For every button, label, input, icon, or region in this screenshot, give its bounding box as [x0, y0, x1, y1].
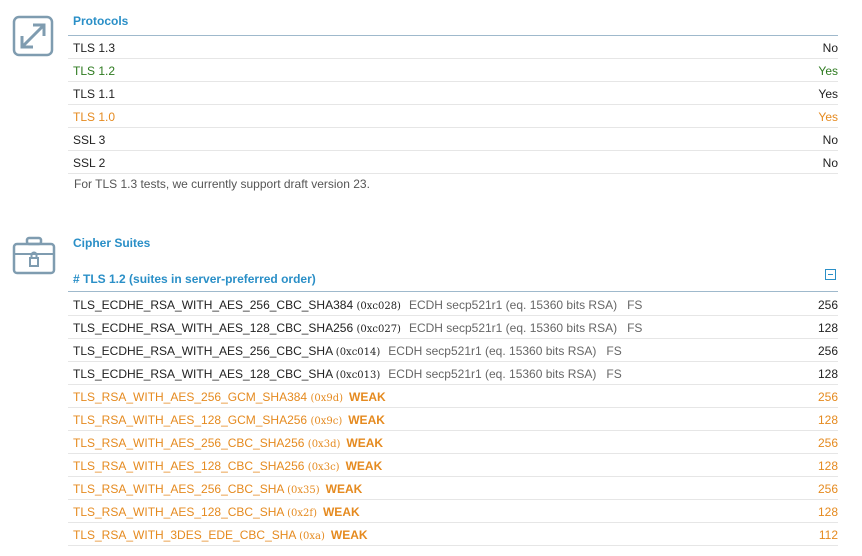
cipher-name: TLS_RSA_WITH_AES_256_CBC_SHA256: [73, 436, 305, 450]
cipher-code: (0x3c): [307, 462, 340, 473]
cipher-bits: 128: [817, 367, 838, 381]
cipher-code: (0x2f): [287, 508, 317, 519]
cipher-code: (0xc013): [335, 370, 381, 381]
suite-group-title: # TLS 1.2 (suites in server-preferred or…: [73, 272, 316, 286]
cipher-bits: 128: [817, 505, 838, 519]
cipher-bits: 256: [817, 390, 838, 404]
protocol-row: SSL 2 No: [68, 151, 838, 174]
collapse-icon[interactable]: [825, 269, 836, 280]
protocol-row: TLS 1.2 Yes: [68, 59, 838, 82]
protocol-value: Yes: [818, 87, 838, 101]
protocol-row: SSL 3 No: [68, 128, 838, 151]
cipher-row: TLS_RSA_WITH_AES_256_CBC_SHA (0x35) WEAK …: [68, 477, 838, 500]
weak-badge: WEAK: [346, 436, 384, 450]
cipher-kx: ECDH secp521r1 (eq. 15360 bits RSA) FS: [408, 298, 643, 312]
cipher-row: TLS_ECDHE_RSA_WITH_AES_256_CBC_SHA (0xc0…: [68, 339, 838, 362]
cipher-name: TLS_RSA_WITH_AES_256_CBC_SHA: [73, 482, 284, 496]
cipher-bits: 128: [817, 459, 838, 473]
cipher-row: TLS_ECDHE_RSA_WITH_AES_256_CBC_SHA384 (0…: [68, 293, 838, 316]
protocol-name: TLS 1.1: [73, 87, 116, 101]
protocols-table: TLS 1.3 No TLS 1.2 Yes TLS 1.1 Yes TLS 1…: [68, 36, 838, 174]
weak-badge: WEAK: [349, 390, 386, 404]
protocol-name: SSL 3: [73, 133, 106, 147]
protocol-value: No: [822, 156, 838, 170]
briefcase-lock-icon: [11, 236, 57, 279]
expand-arrows-icon: [11, 14, 55, 61]
cipher-code: (0x9c): [310, 416, 343, 427]
cipher-row: TLS_ECDHE_RSA_WITH_AES_128_CBC_SHA256 (0…: [68, 316, 838, 339]
cipher-row: TLS_RSA_WITH_AES_256_GCM_SHA384 (0x9d) WE…: [68, 385, 838, 408]
weak-badge: WEAK: [322, 505, 360, 519]
cipher-code: (0x35): [287, 485, 320, 496]
tls13-note: For TLS 1.3 tests, we currently support …: [74, 177, 370, 191]
cipher-bits: 256: [817, 482, 838, 496]
tls12-suite-group-header[interactable]: # TLS 1.2 (suites in server-preferred or…: [68, 266, 838, 292]
cipher-suites-table: TLS_ECDHE_RSA_WITH_AES_256_CBC_SHA384 (0…: [68, 293, 838, 546]
cipher-name: TLS_RSA_WITH_AES_128_GCM_SHA256: [73, 413, 308, 427]
cipher-name: TLS_RSA_WITH_AES_128_CBC_SHA: [73, 505, 284, 519]
cipher-row: TLS_RSA_WITH_AES_256_CBC_SHA256 (0x3d) WE…: [68, 431, 838, 454]
protocol-value: No: [822, 41, 838, 55]
cipher-name: TLS_ECDHE_RSA_WITH_AES_128_CBC_SHA: [73, 367, 333, 381]
cipher-row: TLS_ECDHE_RSA_WITH_AES_128_CBC_SHA (0xc0…: [68, 362, 838, 385]
cipher-kx: ECDH secp521r1 (eq. 15360 bits RSA) FS: [408, 321, 643, 335]
protocol-value: No: [822, 133, 838, 147]
cipher-bits: 128: [817, 321, 838, 335]
protocol-name: TLS 1.0: [73, 110, 116, 124]
protocol-value: Yes: [818, 110, 838, 124]
weak-badge: WEAK: [345, 459, 383, 473]
cipher-code: (0x3d): [307, 439, 341, 450]
cipher-bits: 128: [817, 413, 838, 427]
protocols-title: Protocols: [73, 14, 129, 28]
protocol-name: SSL 2: [73, 156, 106, 170]
protocol-name: TLS 1.2: [73, 64, 116, 78]
weak-badge: WEAK: [325, 482, 363, 496]
cipher-code: (0xc014): [335, 347, 381, 358]
cipher-name: TLS_RSA_WITH_AES_128_CBC_SHA256: [73, 459, 305, 473]
protocol-row: TLS 1.0 Yes: [68, 105, 838, 128]
cipher-bits: 256: [817, 298, 838, 312]
protocol-value: Yes: [818, 64, 838, 78]
protocol-row: TLS 1.3 No: [68, 36, 838, 59]
cipher-kx: ECDH secp521r1 (eq. 15360 bits RSA) FS: [388, 344, 622, 358]
cipher-code: (0xa): [299, 531, 325, 542]
cipher-row: TLS_RSA_WITH_AES_128_GCM_SHA256 (0x9c) WE…: [68, 408, 838, 431]
cipher-name: TLS_RSA_WITH_3DES_EDE_CBC_SHA: [73, 528, 296, 542]
cipher-name: TLS_ECDHE_RSA_WITH_AES_128_CBC_SHA256: [73, 321, 354, 335]
cipher-row: TLS_RSA_WITH_3DES_EDE_CBC_SHA (0xa) WEAK …: [68, 523, 838, 546]
cipher-bits: 256: [817, 344, 838, 358]
cipher-code: (0xc028): [356, 301, 401, 312]
weak-badge: WEAK: [330, 528, 368, 542]
cipher-suites-title: Cipher Suites: [73, 236, 151, 250]
cipher-kx: ECDH secp521r1 (eq. 15360 bits RSA) FS: [388, 367, 622, 381]
cipher-name: TLS_RSA_WITH_AES_256_GCM_SHA384: [73, 390, 308, 404]
cipher-name: TLS_ECDHE_RSA_WITH_AES_256_CBC_SHA: [73, 344, 333, 358]
cipher-code: (0xc027): [356, 324, 401, 335]
protocol-name: TLS 1.3: [73, 41, 116, 55]
cipher-row: TLS_RSA_WITH_AES_128_CBC_SHA (0x2f) WEAK …: [68, 500, 838, 523]
cipher-code: (0x9d): [310, 393, 344, 404]
cipher-name: TLS_ECDHE_RSA_WITH_AES_256_CBC_SHA384: [73, 298, 354, 312]
cipher-bits: 256: [817, 436, 838, 450]
weak-badge: WEAK: [348, 413, 385, 427]
cipher-bits: 112: [818, 528, 838, 542]
protocol-row: TLS 1.1 Yes: [68, 82, 838, 105]
cipher-row: TLS_RSA_WITH_AES_128_CBC_SHA256 (0x3c) WE…: [68, 454, 838, 477]
